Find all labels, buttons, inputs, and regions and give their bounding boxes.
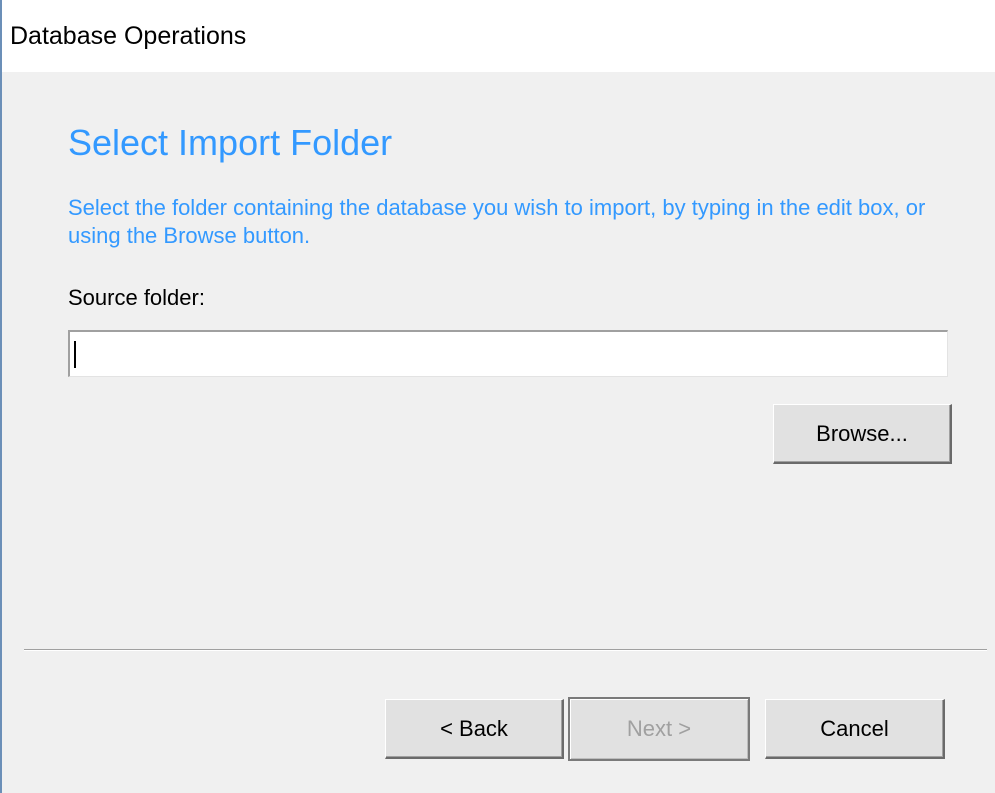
browse-button[interactable]: Browse... bbox=[773, 404, 952, 464]
text-caret bbox=[74, 341, 76, 368]
browse-button-label: Browse... bbox=[816, 420, 908, 446]
cancel-button[interactable]: Cancel bbox=[765, 699, 945, 759]
title-bar[interactable]: Database Operations bbox=[2, 0, 995, 72]
next-button[interactable]: Next > bbox=[568, 697, 750, 761]
wizard-window: Database Operations Select Import Folder… bbox=[0, 0, 995, 793]
footer-separator bbox=[24, 649, 987, 651]
window-title: Database Operations bbox=[10, 22, 247, 50]
source-folder-input[interactable] bbox=[68, 330, 948, 377]
source-folder-label: Source folder: bbox=[68, 285, 205, 310]
back-button[interactable]: < Back bbox=[385, 699, 564, 759]
page-description: Select the folder containing the databas… bbox=[68, 195, 926, 248]
cancel-button-label: Cancel bbox=[820, 715, 889, 741]
next-button-label: Next > bbox=[626, 716, 692, 741]
back-button-label: < Back bbox=[440, 715, 508, 741]
page-heading: Select Import Folder bbox=[68, 122, 393, 163]
